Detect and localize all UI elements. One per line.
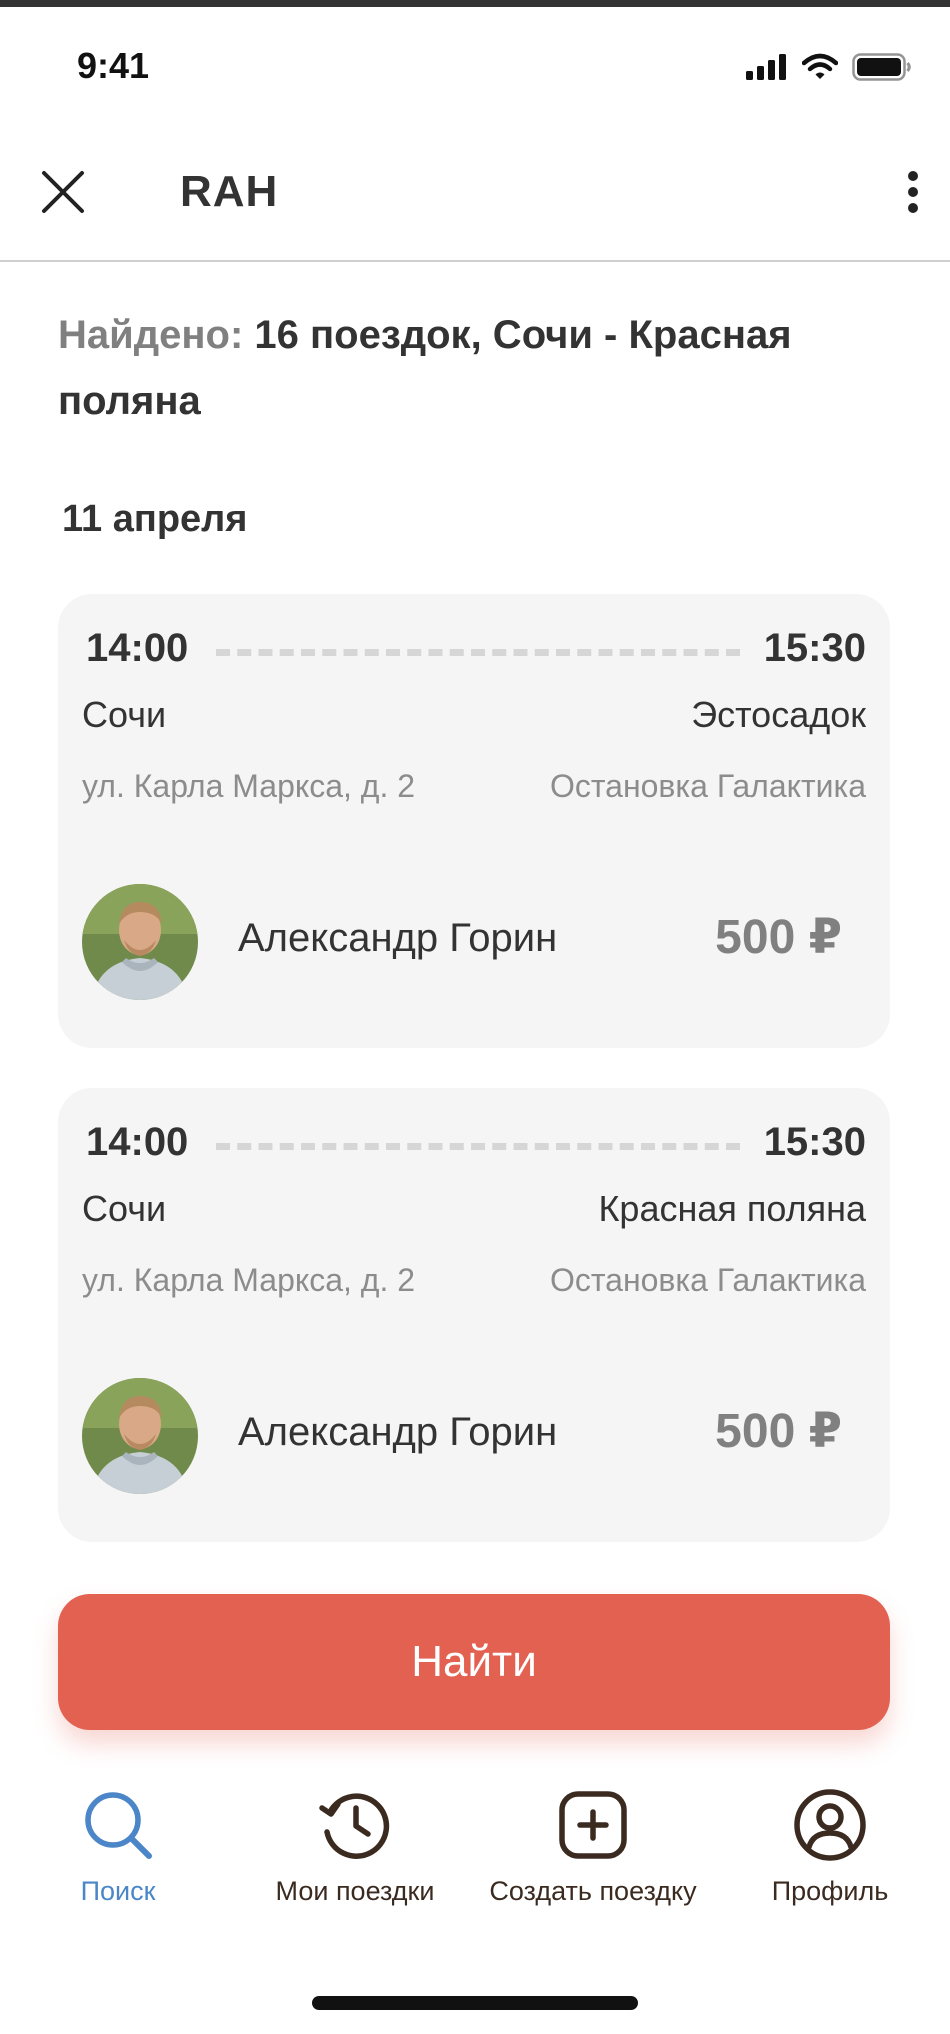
more-options-button[interactable]: [898, 167, 928, 217]
status-bar: 9:41: [0, 7, 950, 117]
driver-avatar[interactable]: [82, 1378, 198, 1494]
to-city: Красная поляна: [598, 1188, 866, 1229]
from-address: ул. Карла Маркса, д. 2: [82, 1262, 416, 1298]
tab-profile[interactable]: Профиль: [710, 1780, 950, 1907]
to-address: Остановка Галактика: [549, 1262, 866, 1298]
close-button[interactable]: [38, 167, 88, 217]
search-icon: [85, 1792, 152, 1859]
top-edge: [0, 0, 950, 7]
arrival-time: 15:30: [763, 626, 866, 670]
tab-my-trips-label: Мои поездки: [275, 1876, 435, 1906]
date-heading: 11 апреля: [62, 498, 248, 540]
wifi-icon: [801, 53, 839, 86]
route-dashed-line: [216, 649, 740, 656]
to-city: Эстосадок: [691, 694, 866, 735]
route-dashed-line: [216, 1143, 740, 1150]
search-summary: Найдено: 16 поездок, Сочи - Красная поля…: [58, 302, 858, 434]
status-time: 9:41: [77, 45, 150, 86]
tab-my-trips[interactable]: Мои поездки: [235, 1780, 475, 1907]
tab-search[interactable]: Поиск: [0, 1780, 238, 1907]
tab-search-label: Поиск: [80, 1876, 156, 1906]
tab-create-trip[interactable]: Создать поездку: [473, 1780, 713, 1907]
bottom-tab-bar: Поиск Мои поездки Создать поездку Профил…: [0, 1780, 950, 1920]
from-address: ул. Карла Маркса, д. 2: [82, 768, 416, 804]
driver-avatar[interactable]: [82, 884, 198, 1000]
tab-profile-label: Профиль: [771, 1876, 889, 1906]
summary-label: Найдено:: [58, 313, 244, 357]
trip-price: 500 ₽: [715, 1405, 842, 1458]
profile-icon: [794, 1789, 866, 1861]
departure-time: 14:00: [86, 1120, 189, 1164]
history-icon: [319, 1793, 390, 1859]
driver-name: Александр Горин: [238, 916, 558, 960]
find-button[interactable]: Найти: [58, 1594, 890, 1730]
cellular-signal-icon: [746, 54, 788, 85]
trip-card[interactable]: 14:00 15:30 Сочи Эстосадок ул. Карла Мар…: [58, 594, 890, 1048]
driver-name: Александр Горин: [238, 1410, 558, 1454]
to-address: Остановка Галактика: [549, 768, 866, 804]
more-vertical-icon: [908, 171, 918, 213]
trip-price: 500 ₽: [715, 911, 842, 964]
battery-icon: [852, 53, 912, 86]
close-icon: [42, 171, 84, 213]
home-indicator[interactable]: [312, 1996, 638, 2010]
arrival-time: 15:30: [763, 1120, 866, 1164]
app-header: RAH: [0, 117, 950, 262]
tab-create-trip-label: Создать поездку: [489, 1876, 697, 1906]
trip-card[interactable]: 14:00 15:30 Сочи Красная поляна ул. Карл…: [58, 1088, 890, 1542]
departure-time: 14:00: [86, 626, 189, 670]
app-screen: 9:41 RAH Найдено: 16 поездок, Сочи - Кра…: [0, 0, 950, 2034]
app-title: RAH: [180, 167, 279, 216]
add-square-icon: [559, 1791, 627, 1859]
from-city: Сочи: [82, 694, 167, 735]
from-city: Сочи: [82, 1188, 167, 1229]
status-icons: [746, 53, 912, 86]
